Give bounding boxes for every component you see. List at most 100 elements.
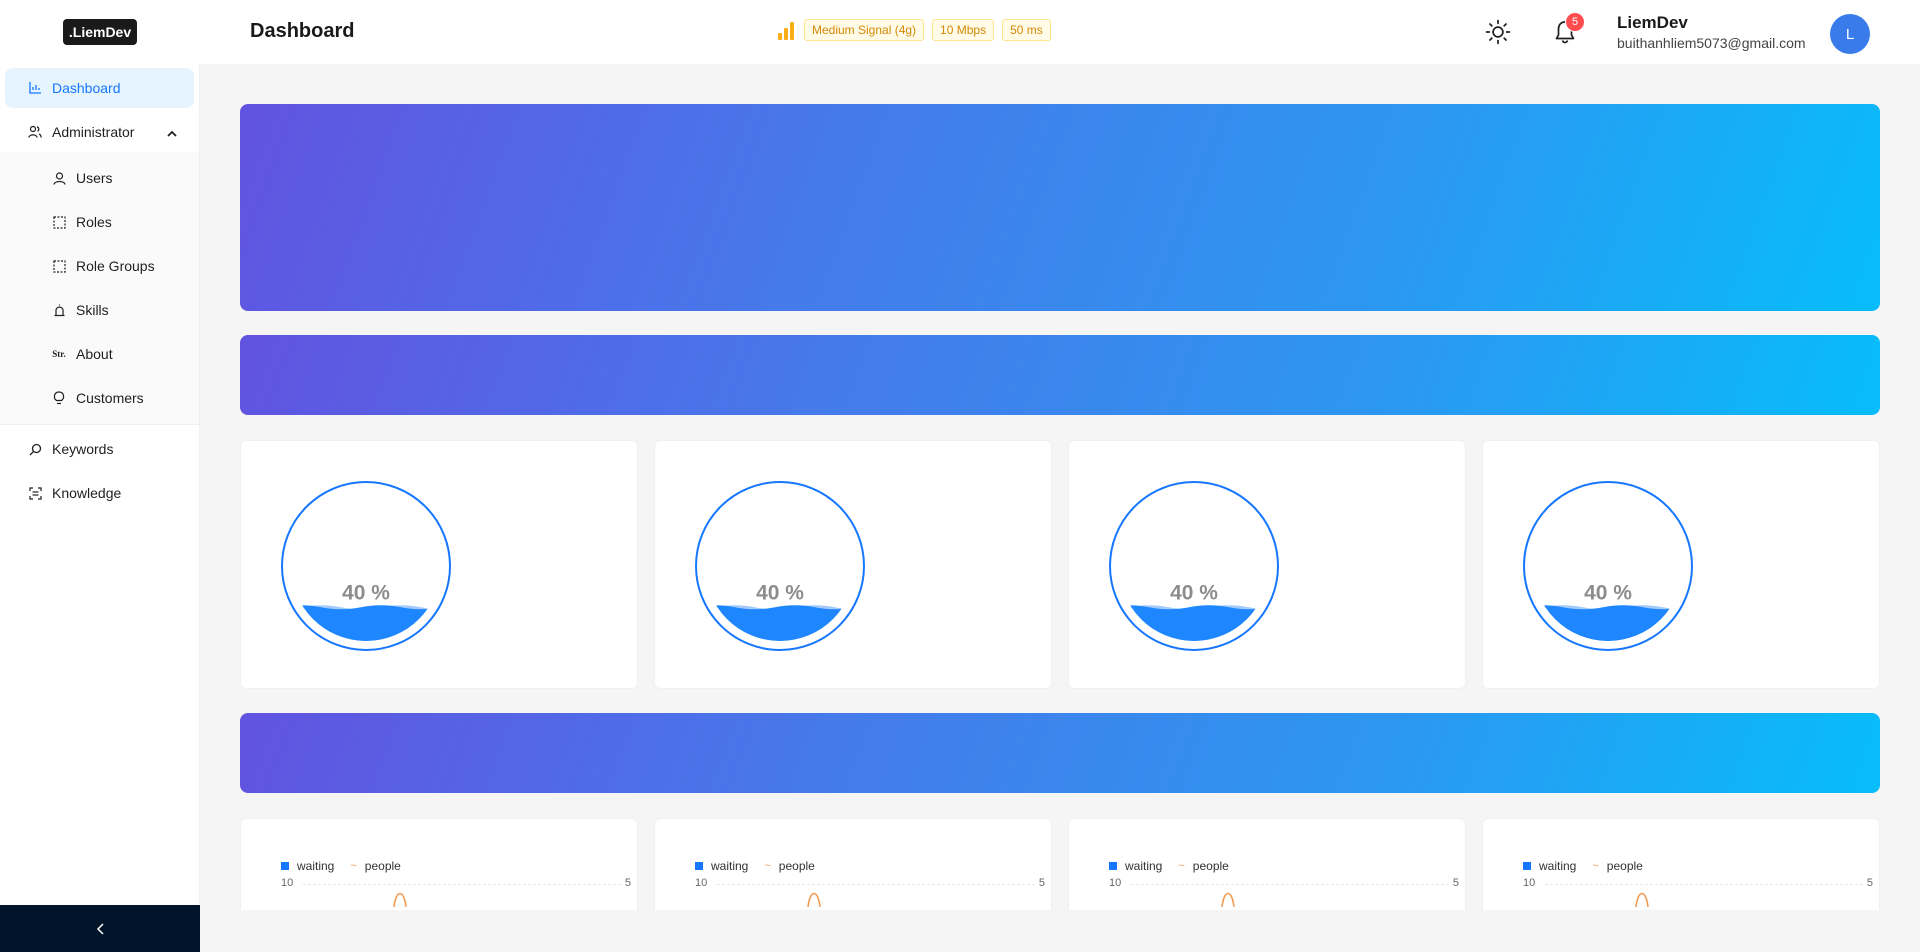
tick-label-right: 5	[1866, 877, 1873, 889]
signal-icon	[778, 20, 794, 40]
sidebar-item-label: About	[76, 346, 113, 362]
chart-legend: waiting ~ people	[281, 859, 401, 873]
select-icon	[52, 215, 66, 229]
latency-tag: 50 ms	[1002, 19, 1051, 41]
gauge-card: 40 %	[1068, 440, 1466, 689]
people-line-series	[807, 892, 821, 907]
sidebar-item-roles[interactable]: Roles	[0, 200, 199, 244]
liquid-gauge: 40 %	[1523, 481, 1693, 651]
scan-icon	[28, 486, 42, 500]
hero-banner	[240, 104, 1880, 311]
users-icon	[28, 125, 42, 139]
liquid-gauge: 40 %	[1109, 481, 1279, 651]
signal-tag: Medium Signal (4g)	[804, 19, 925, 41]
tick-label-right: 5	[1452, 877, 1459, 889]
notification-badge: 5	[1566, 13, 1584, 31]
tick-label-left: 10	[695, 877, 708, 889]
chevron-up-icon	[167, 125, 177, 141]
gauge-card: 40 %	[654, 440, 1052, 689]
sidebar-collapse-button[interactable]	[0, 905, 200, 952]
gauge-value-label: 40 %	[1170, 581, 1218, 604]
notifications-button[interactable]: 5	[1545, 12, 1585, 52]
gauge-value-label: 40 %	[756, 581, 804, 604]
legend-label: waiting	[1539, 859, 1577, 873]
sidebar-item-customers[interactable]: Customers	[0, 376, 199, 420]
chart-legend: waiting ~ people	[1109, 859, 1229, 873]
legend-label: waiting	[711, 859, 749, 873]
sidebar-item-label: Dashboard	[52, 80, 121, 96]
administrator-submenu: Users Roles Role Groups Skills Str. Abou…	[0, 152, 199, 425]
sidebar-item-users[interactable]: Users	[0, 156, 199, 200]
legend-swatch-people: ~	[1178, 860, 1185, 872]
gauge-wave-front	[291, 605, 441, 641]
app-header: .LiemDev Dashboard Medium Signal (4g) 10…	[0, 0, 1920, 64]
sidebar-item-about[interactable]: Str. About	[0, 332, 199, 376]
user-email: buithanhliem5073@gmail.com	[1617, 35, 1806, 51]
sidebar-item-label: Administrator	[52, 124, 135, 140]
sidebar-item-label: Knowledge	[52, 485, 122, 501]
sidebar-item-keywords[interactable]: Keywords	[0, 429, 199, 469]
liquid-gauge: 40 %	[281, 481, 451, 651]
theme-toggle-button[interactable]	[1478, 12, 1518, 52]
chart-icon	[28, 81, 42, 95]
legend-label: waiting	[297, 859, 335, 873]
legend-swatch-waiting	[1523, 862, 1531, 870]
sidebar-item-dashboard[interactable]: Dashboard	[5, 68, 194, 108]
section-banner-2	[240, 713, 1880, 793]
bulb-icon	[52, 391, 66, 405]
page-bottom-fill	[200, 910, 1920, 952]
legend-swatch-waiting	[1109, 862, 1117, 870]
sidebar-item-label: Users	[76, 170, 113, 186]
user-icon	[52, 171, 66, 185]
legend-label: waiting	[1125, 859, 1163, 873]
sidebar-item-label: Role Groups	[76, 258, 155, 274]
legend-label: people	[364, 859, 401, 873]
gauge-wave-front	[1533, 605, 1683, 641]
legend-label: people	[1192, 859, 1229, 873]
speed-tag: 10 Mbps	[932, 19, 995, 41]
people-line-series	[393, 892, 407, 907]
tick-label-left: 10	[281, 877, 294, 889]
chart-legend: waiting ~ people	[695, 859, 815, 873]
sidebar-item-knowledge[interactable]: Knowledge	[0, 473, 199, 513]
select-icon	[52, 259, 66, 273]
sidebar-item-skills[interactable]: Skills	[0, 288, 199, 332]
sidebar-item-role-groups[interactable]: Role Groups	[0, 244, 199, 288]
legend-swatch-people: ~	[764, 860, 771, 872]
network-status: Medium Signal (4g) 10 Mbps 50 ms	[778, 19, 1051, 41]
gauge-card: 40 %	[240, 440, 638, 689]
avatar[interactable]: L	[1830, 14, 1870, 54]
chevron-left-icon	[96, 922, 104, 935]
gauge-wave-front	[1119, 605, 1269, 641]
sidebar-item-label: Keywords	[52, 441, 114, 457]
gauge-card: 40 %	[1482, 440, 1880, 689]
user-info[interactable]: LiemDev buithanhliem5073@gmail.com	[1617, 12, 1806, 52]
user-name: LiemDev	[1617, 13, 1688, 32]
section-banner-1	[240, 335, 1880, 415]
sidebar: Dashboard Administrator Users Roles Role…	[0, 64, 200, 952]
sidebar-item-administrator[interactable]: Administrator	[0, 112, 199, 152]
people-line-series	[1635, 892, 1649, 907]
tick-label-right: 5	[624, 877, 631, 889]
liquid-gauge: 40 %	[695, 481, 865, 651]
sidebar-item-label: Skills	[76, 302, 109, 318]
tick-label-left: 10	[1523, 877, 1536, 889]
logo-area[interactable]: .LiemDev	[0, 0, 200, 64]
search-icon	[28, 442, 42, 456]
brand-logo[interactable]: .LiemDev	[62, 19, 138, 45]
gauge-value-label: 40 %	[342, 581, 390, 604]
legend-label: people	[778, 859, 815, 873]
legend-swatch-people: ~	[350, 860, 357, 872]
legend-label: people	[1606, 859, 1643, 873]
legend-swatch-waiting	[281, 862, 289, 870]
string-icon: Str.	[52, 349, 66, 359]
sidebar-item-label: Roles	[76, 214, 112, 230]
chart-legend: waiting ~ people	[1523, 859, 1643, 873]
sun-icon	[1485, 19, 1511, 45]
legend-swatch-waiting	[695, 862, 703, 870]
tick-label-left: 10	[1109, 877, 1122, 889]
alert-icon	[52, 303, 66, 317]
gauge-wave-front	[705, 605, 855, 641]
sidebar-item-label: Customers	[76, 390, 144, 406]
people-line-series	[1221, 892, 1235, 907]
